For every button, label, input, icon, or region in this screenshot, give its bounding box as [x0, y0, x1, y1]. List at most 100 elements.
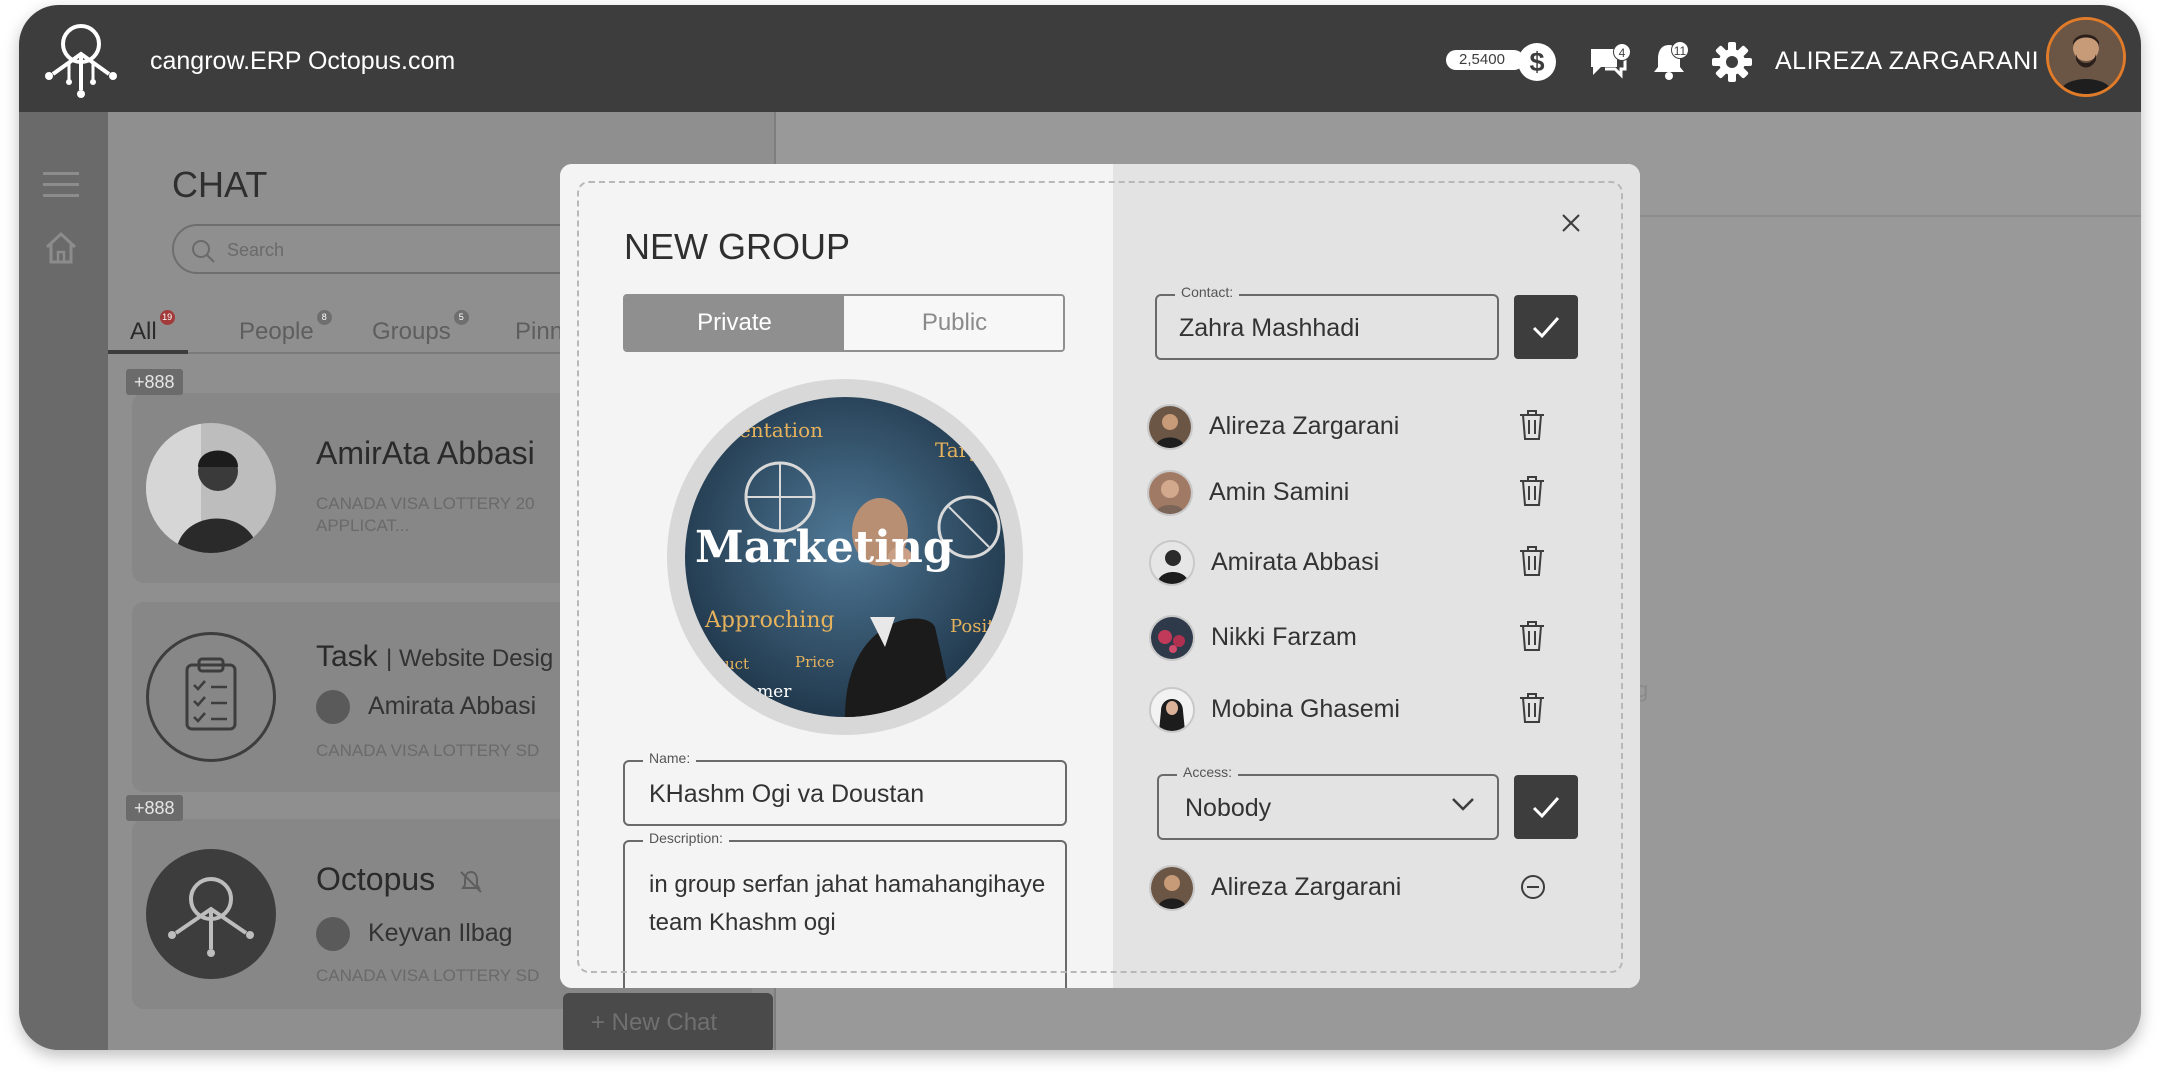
contact-name: AmirAta Abbasi	[316, 435, 535, 471]
notifications-badge: 11	[1671, 41, 1689, 59]
task-clipboard-icon	[146, 632, 276, 762]
avatar	[1147, 470, 1193, 516]
avatar	[1149, 865, 1195, 911]
remove-circle-icon[interactable]	[1519, 873, 1547, 901]
member-row: Mobina Ghasemi	[1113, 683, 1640, 739]
user-name[interactable]: ALIREZA ZARGARANI	[1775, 47, 2039, 76]
tab-pinned[interactable]: Pinn	[515, 318, 563, 346]
last-message-preview: CANADA VISA LOTTERY SD	[316, 966, 540, 985]
access-value: Nobody	[1185, 794, 1272, 822]
add-contact-button[interactable]	[1514, 295, 1578, 359]
tab-groups-badge: 5	[453, 310, 469, 325]
avatar	[316, 690, 350, 724]
name-label: Name:	[643, 750, 697, 766]
photo-word-approching: Approching	[704, 608, 835, 633]
photo-word-tomer: tomer	[740, 682, 792, 702]
avatar	[1149, 615, 1195, 661]
group-name-field[interactable]: Name: KHashm Ogi va Doustan	[623, 750, 1067, 826]
close-icon[interactable]	[1556, 208, 1586, 238]
chevron-down-icon	[1452, 798, 1474, 811]
member-name: Amin Samini	[1209, 478, 1350, 506]
member-name: Nikki Farzam	[1211, 623, 1357, 651]
contact-input[interactable]: Contact: Zahra Mashhadi	[1155, 284, 1499, 360]
octopus-logo-icon[interactable]	[39, 18, 123, 102]
add-access-button[interactable]	[1514, 775, 1578, 839]
user-avatar[interactable]	[2046, 17, 2126, 97]
dollar-icon: $	[1518, 43, 1556, 81]
avatar	[1149, 540, 1195, 586]
member-row: Nikki Farzam	[1113, 611, 1640, 667]
last-message-preview: CANADA VISA LOTTERY 20 APPLICAT...	[316, 494, 535, 535]
unread-count-tag: +888	[126, 369, 183, 395]
tab-people-label: People	[239, 318, 314, 345]
photo-word-posit: Posit	[950, 616, 995, 637]
task-name: Website Desig	[398, 645, 554, 672]
group-description-field[interactable]: Description: in group serfan jahat hamah…	[623, 830, 1067, 988]
tab-people[interactable]: People 8	[239, 310, 332, 346]
unread-count-tag: +888	[126, 795, 183, 821]
trash-icon[interactable]	[1516, 691, 1548, 725]
assignee-name: Amirata Abbasi	[368, 692, 537, 720]
gear-icon	[1712, 42, 1752, 82]
wallet-amount: 2,5400	[1446, 50, 1524, 70]
site-title[interactable]: cangrow.ERP Octopus.com	[150, 47, 455, 76]
home-icon[interactable]	[43, 230, 79, 266]
notifications-button[interactable]: 11	[1649, 41, 1691, 81]
tab-groups[interactable]: Groups 5	[372, 310, 469, 346]
settings-button[interactable]	[1711, 41, 1753, 82]
search-icon	[192, 240, 215, 263]
avatar	[1149, 687, 1195, 733]
tab-pinned-label: Pinn	[515, 318, 564, 345]
group-photo-picker[interactable]: Marketing Approching mentation Targ Pric…	[667, 379, 1023, 735]
contact-value: Zahra Mashhadi	[1179, 314, 1360, 342]
search-placeholder: Search	[227, 240, 285, 260]
new-chat-button[interactable]: + New Chat	[563, 993, 773, 1050]
app-window: cangrow.ERP Octopus.com 2,5400 $ 4 11 AL…	[19, 5, 2141, 1050]
member-row: Amin Samini	[1113, 466, 1640, 522]
group-name-value: KHashm Ogi va Doustan	[649, 780, 925, 808]
hamburger-menu-icon[interactable]	[43, 170, 79, 200]
tab-all-label: All	[130, 318, 157, 345]
access-label: Access:	[1177, 764, 1239, 780]
sender-name: Keyvan Ilbag	[368, 919, 513, 947]
privacy-private-option[interactable]: Private	[625, 296, 844, 350]
trash-icon[interactable]	[1516, 408, 1548, 442]
octopus-group-avatar	[146, 849, 276, 979]
last-message-preview: CANADA VISA LOTTERY SD	[316, 741, 540, 760]
photo-word-targ: Targ	[935, 438, 981, 462]
member-name: Amirata Abbasi	[1211, 548, 1380, 576]
trash-icon[interactable]	[1516, 544, 1548, 578]
trash-icon[interactable]	[1516, 619, 1548, 653]
member-name: Mobina Ghasemi	[1211, 695, 1400, 723]
checkmark-icon	[1532, 797, 1560, 819]
description-label: Description:	[643, 830, 729, 846]
access-member-row: Alireza Zargarani	[1113, 861, 1640, 917]
modal-title: NEW GROUP	[624, 226, 851, 267]
access-select[interactable]: Access: Nobody	[1157, 764, 1499, 840]
group-photo: Marketing Approching mentation Targ Pric…	[685, 397, 1005, 717]
group-description-value: in group serfan jahat hamahangihaye team…	[649, 871, 1046, 936]
member-row: Amirata Abbasi	[1113, 536, 1640, 592]
checkmark-icon	[1532, 317, 1560, 339]
tab-all-badge: 19	[159, 310, 175, 325]
group-name-text: Octopus	[316, 861, 436, 897]
avatar	[316, 917, 350, 951]
messages-badge: 4	[1613, 43, 1631, 61]
tab-all[interactable]: All 19	[130, 310, 175, 346]
task-label: Task	[316, 640, 378, 673]
muted-bell-icon	[460, 870, 482, 893]
active-tab-indicator	[108, 350, 188, 354]
group-name: Octopus	[316, 861, 484, 898]
tab-people-badge: 8	[316, 310, 332, 325]
member-name: Alireza Zargarani	[1211, 873, 1402, 901]
wallet-balance[interactable]: 2,5400 $	[1446, 43, 1556, 81]
left-rail	[19, 112, 108, 1050]
messages-button[interactable]: 4	[1587, 41, 1631, 81]
task-title: Task | Website Desig	[316, 640, 554, 673]
privacy-public-option[interactable]: Public	[844, 296, 1063, 350]
trash-icon[interactable]	[1516, 474, 1548, 508]
group-details-pane: NEW GROUP Private Public Marketing Appro…	[560, 164, 1113, 988]
photo-word-price: Price	[795, 653, 834, 671]
top-bar: cangrow.ERP Octopus.com 2,5400 $ 4 11 AL…	[19, 5, 2141, 112]
member-row: Alireza Zargarani	[1113, 400, 1640, 456]
